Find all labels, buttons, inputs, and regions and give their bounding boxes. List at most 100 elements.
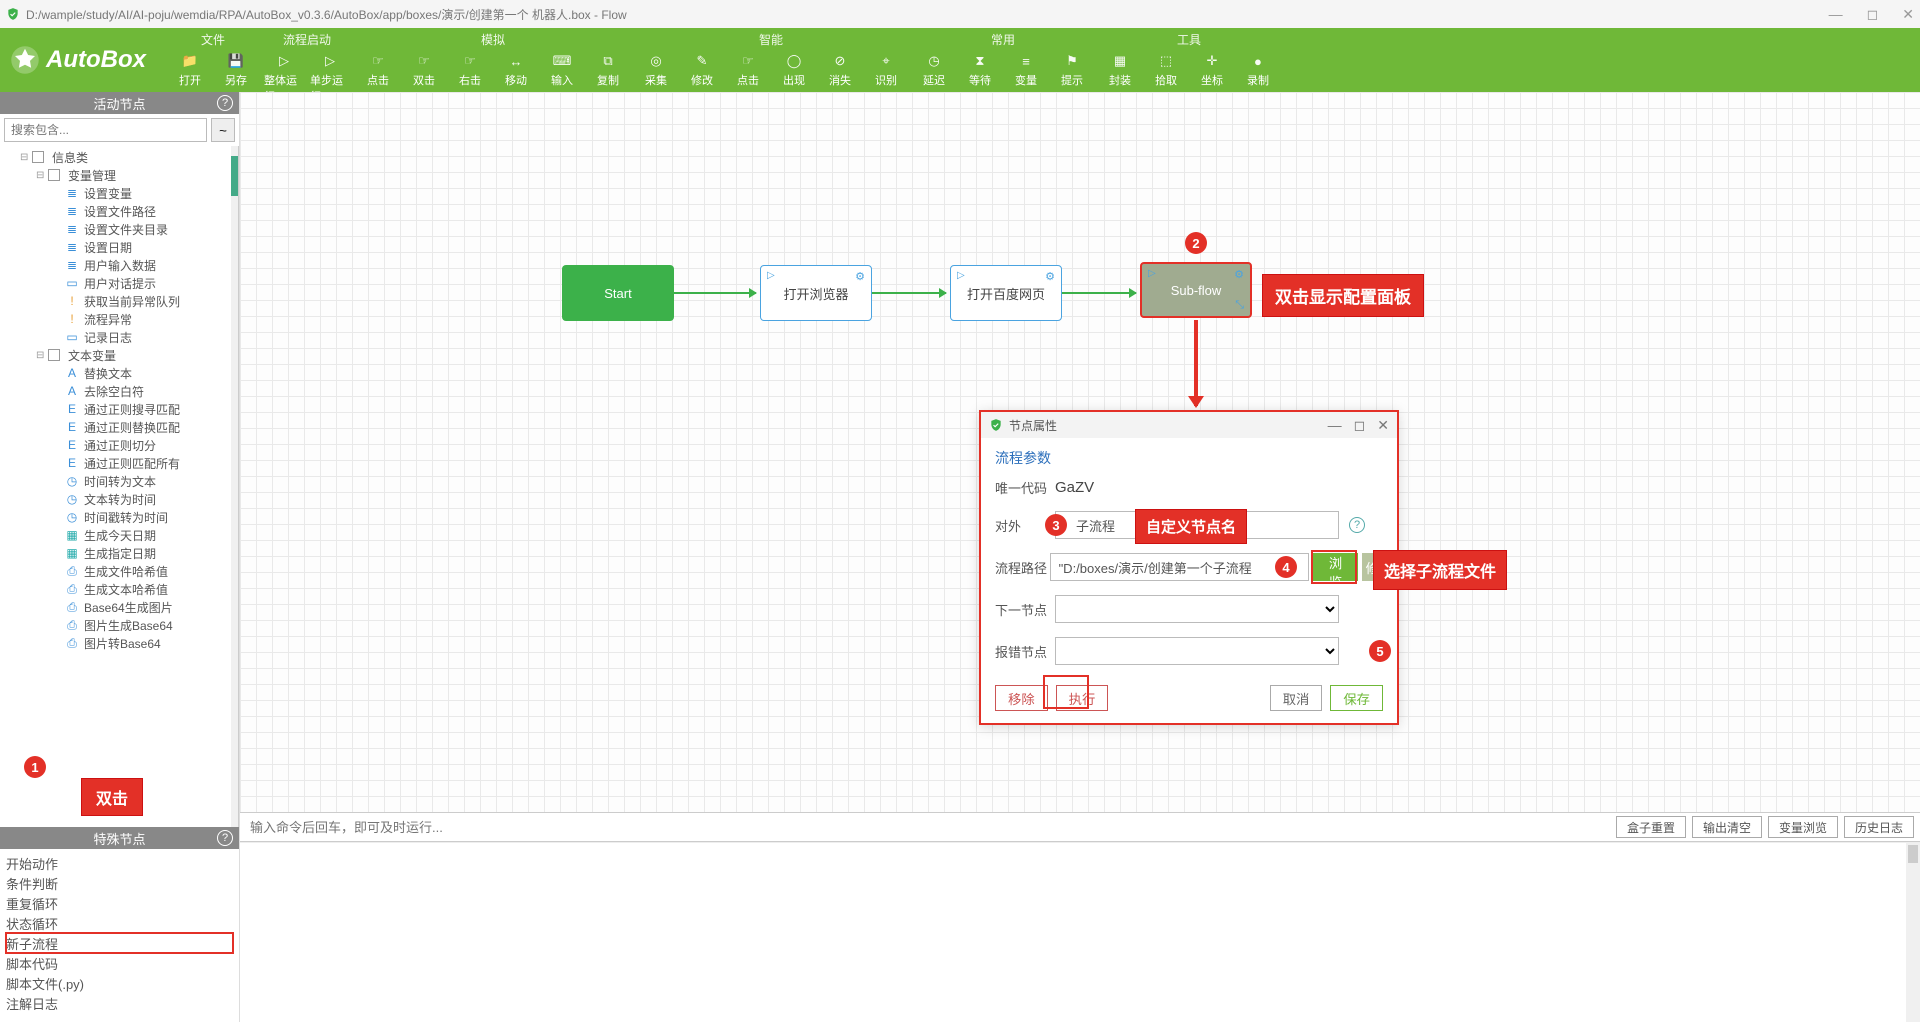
tree-row[interactable]: ⎙图片转Base64	[0, 634, 238, 652]
tree-row[interactable]: !流程异常	[0, 310, 238, 328]
activity-tree[interactable]: ⊟信息类⊟变量管理≣设置变量≣设置文件路径≣设置文件夹目录≣设置日期≣用户输入数…	[0, 146, 239, 827]
tree-row[interactable]: ⎙生成文本哈希值	[0, 580, 238, 598]
tree-row[interactable]: ▦生成今天日期	[0, 526, 238, 544]
tree-row[interactable]: E通过正则替换匹配	[0, 418, 238, 436]
search-toggle-button[interactable]: ~	[211, 118, 235, 142]
ribbon-button[interactable]: ◯出现	[774, 52, 814, 88]
ribbon-button[interactable]: ◎采集	[636, 52, 676, 88]
tree-row[interactable]: ▭用户对话提示	[0, 274, 238, 292]
box-reset-button[interactable]: 盒子重置	[1616, 816, 1686, 838]
tree-row[interactable]: ⎙Base64生成图片	[0, 598, 238, 616]
tree-row[interactable]: ⎙生成文件哈希值	[0, 562, 238, 580]
special-item[interactable]: 脚本代码	[6, 953, 233, 973]
flow-node-open-baidu[interactable]: ▷⚙ 打开百度网页	[950, 265, 1062, 321]
dialog-maximize-button[interactable]: ◻	[1354, 417, 1366, 434]
ribbon-button[interactable]: ☞右击	[450, 52, 490, 88]
ribbon-button[interactable]: ⌖识别	[866, 52, 906, 88]
tree-row[interactable]: ◷时间转为文本	[0, 472, 238, 490]
window-maximize-button[interactable]: ◻	[1867, 7, 1879, 21]
window-title: D:/wample/study/AI/AI-poju/wemdia/RPA/Au…	[26, 6, 627, 23]
ribbon-button[interactable]: ⧗等待	[960, 52, 1000, 88]
history-log-button[interactable]: 历史日志	[1844, 816, 1914, 838]
help-icon[interactable]: ?	[1349, 517, 1365, 533]
special-item[interactable]: 状态循环	[6, 913, 233, 933]
tree-item-label: 图片转Base64	[84, 635, 161, 652]
ribbon-button[interactable]: 📁打开	[170, 52, 210, 88]
ribbon-button[interactable]: ⚑提示	[1052, 52, 1092, 88]
expand-icon[interactable]: ⊟	[20, 152, 32, 163]
flow-canvas[interactable]: Start ▷⚙ 打开浏览器 ▷⚙ 打开百度网页 ▷⚙⤡ Sub-flow 2 …	[240, 92, 1920, 812]
flow-path-input[interactable]	[1050, 553, 1310, 581]
tree-row[interactable]: ⊟文本变量	[0, 346, 238, 364]
help-icon[interactable]: ?	[217, 830, 233, 846]
tree-row[interactable]: !获取当前异常队列	[0, 292, 238, 310]
help-icon[interactable]: ?	[217, 95, 233, 111]
tree-row[interactable]: A替换文本	[0, 364, 238, 382]
ribbon-label: 双击	[413, 72, 435, 88]
tree-row[interactable]: ≣用户输入数据	[0, 256, 238, 274]
tree-row[interactable]: ▭记录日志	[0, 328, 238, 346]
tree-row[interactable]: ≣设置变量	[0, 184, 238, 202]
tree-row[interactable]: E通过正则搜寻匹配	[0, 400, 238, 418]
special-item[interactable]: 注解日志	[6, 993, 233, 1013]
tree-scrollbar-thumb[interactable]	[231, 156, 238, 196]
expand-icon[interactable]: ⊟	[36, 170, 48, 181]
tree-row[interactable]: ≣设置日期	[0, 238, 238, 256]
ribbon-button[interactable]: ↔移动	[496, 52, 536, 88]
special-item[interactable]: 开始动作	[6, 853, 233, 873]
special-item[interactable]: 脚本文件(.py)	[6, 973, 233, 993]
ribbon-button[interactable]: 💾另存	[216, 52, 256, 88]
window-minimize-button[interactable]: —	[1829, 7, 1843, 21]
tree-row[interactable]: ◷时间戳转为时间	[0, 508, 238, 526]
flow-node-subflow[interactable]: ▷⚙⤡ Sub-flow	[1140, 262, 1252, 318]
search-input[interactable]	[4, 118, 207, 142]
cancel-button[interactable]: 取消	[1270, 685, 1323, 711]
window-close-button[interactable]: ✕	[1902, 7, 1914, 21]
ribbon-button[interactable]: ▦封装	[1100, 52, 1140, 88]
tree-row[interactable]: ⎙图片生成Base64	[0, 616, 238, 634]
ribbon-button[interactable]: ⌨输入	[542, 52, 582, 88]
execute-button[interactable]: 执行	[1056, 685, 1109, 711]
ribbon-button[interactable]: ☞点击	[358, 52, 398, 88]
tree-checkbox[interactable]	[48, 169, 60, 181]
flow-node-start[interactable]: Start	[562, 265, 674, 321]
tree-row[interactable]: E通过正则匹配所有	[0, 454, 238, 472]
ribbon-button[interactable]: ✛坐标	[1192, 52, 1232, 88]
ribbon-button[interactable]: ◷延迟	[914, 52, 954, 88]
special-item[interactable]: 重复循环	[6, 893, 233, 913]
ribbon-button[interactable]: ≡变量	[1006, 52, 1046, 88]
dialog-close-button[interactable]: ✕	[1377, 417, 1389, 434]
browse-button[interactable]: 浏览	[1313, 553, 1357, 581]
ribbon-button[interactable]: ⬚拾取	[1146, 52, 1186, 88]
tree-row[interactable]: ⊟信息类	[0, 148, 238, 166]
tree-checkbox[interactable]	[48, 349, 60, 361]
tree-row[interactable]: ▦生成指定日期	[0, 544, 238, 562]
tree-row[interactable]: A去除空白符	[0, 382, 238, 400]
command-input[interactable]	[240, 813, 1616, 841]
tree-row[interactable]: E通过正则切分	[0, 436, 238, 454]
tree-row[interactable]: ⊟变量管理	[0, 166, 238, 184]
expand-icon[interactable]: ⊟	[36, 350, 48, 361]
dialog-minimize-button[interactable]: —	[1328, 417, 1342, 434]
save-button[interactable]: 保存	[1330, 685, 1383, 711]
special-item[interactable]: 条件判断	[6, 873, 233, 893]
output-scrollbar[interactable]	[1906, 843, 1920, 1022]
special-item[interactable]: 新子流程	[6, 933, 233, 953]
ribbon-button[interactable]: ☞双击	[404, 52, 444, 88]
ribbon-button[interactable]: ●录制	[1238, 52, 1278, 88]
ribbon-label: 识别	[875, 72, 897, 88]
remove-button[interactable]: 移除	[995, 685, 1048, 711]
tree-row[interactable]: ◷文本转为时间	[0, 490, 238, 508]
output-clear-button[interactable]: 输出清空	[1692, 816, 1762, 838]
flow-node-open-browser[interactable]: ▷⚙ 打开浏览器	[760, 265, 872, 321]
error-node-select[interactable]	[1055, 637, 1339, 665]
ribbon-button[interactable]: ⧉复制	[588, 52, 628, 88]
tree-row[interactable]: ≣设置文件路径	[0, 202, 238, 220]
ribbon-button[interactable]: ☞点击	[728, 52, 768, 88]
ribbon-button[interactable]: ⊘消失	[820, 52, 860, 88]
var-browse-button[interactable]: 变量浏览	[1768, 816, 1838, 838]
next-node-select[interactable]	[1055, 595, 1339, 623]
ribbon-button[interactable]: ✎修改	[682, 52, 722, 88]
tree-row[interactable]: ≣设置文件夹目录	[0, 220, 238, 238]
tree-checkbox[interactable]	[32, 151, 44, 163]
